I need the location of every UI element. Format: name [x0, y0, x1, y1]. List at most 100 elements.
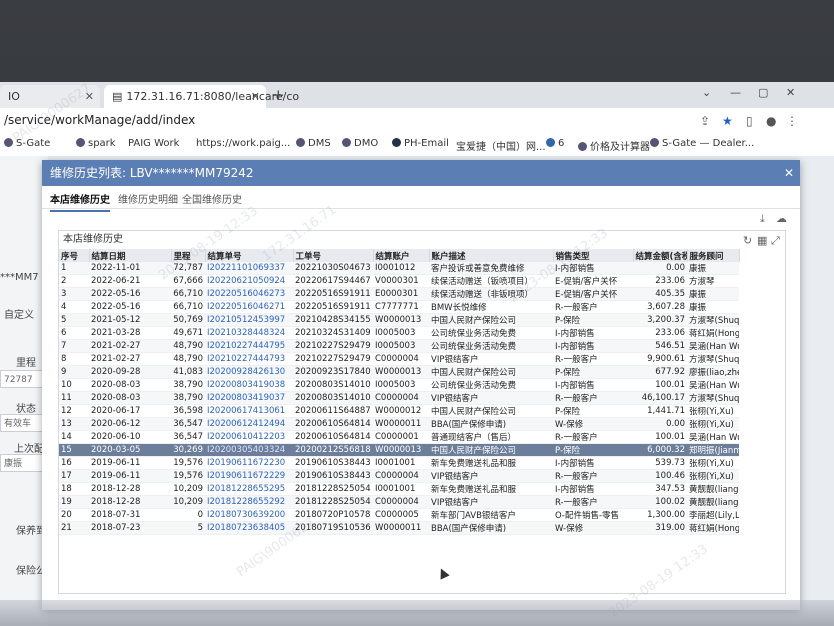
- table-cell[interactable]: I20210328448324: [205, 326, 293, 340]
- table-cell[interactable]: I20220621050924: [205, 274, 293, 288]
- table-row[interactable]: 13 2020-06-12 36,547 I20200612412494 2020061…: [59, 417, 739, 431]
- table-row[interactable]: 8 2021-02-27 48,790 I20210227444793 20210227…: [59, 352, 739, 366]
- url-text[interactable]: /service/workManage/add/index: [4, 113, 195, 127]
- table-row[interactable]: 9 2020-09-28 41,083 I20200928426130 20200923…: [59, 365, 739, 379]
- table-row[interactable]: 21 2018-07-23 5 I20180723638405 20180719S105…: [59, 521, 739, 535]
- bookmark-item[interactable]: S-Gate: [4, 138, 50, 149]
- tab-store-history[interactable]: 本店维修历史: [50, 191, 110, 212]
- table-cell: 48,790: [171, 352, 205, 366]
- close-tab-icon[interactable]: ✕: [251, 85, 260, 108]
- table-cell[interactable]: I20200928426130: [205, 365, 293, 379]
- close-tab-icon[interactable]: ✕: [85, 85, 94, 108]
- table-row[interactable]: 17 2019-06-11 19,576 I20190611672229 2019061…: [59, 469, 739, 483]
- table-cell[interactable]: I20200305403324: [205, 443, 293, 457]
- table-row[interactable]: 11 2020-08-03 38,790 I20200803419037 2020080…: [59, 391, 739, 405]
- table-cell: 20200803S14010: [293, 391, 373, 405]
- table-row[interactable]: 5 2021-05-12 50,769 I20210512453997 20210428…: [59, 313, 739, 327]
- table-row[interactable]: 3 2022-05-16 66,710 I20220516046273 20220516…: [59, 287, 739, 301]
- advisor-field[interactable]: 康振: [0, 454, 44, 472]
- browser-tab-1[interactable]: IO ✕: [0, 85, 100, 108]
- page-icon: ▤: [112, 90, 123, 103]
- table-cell[interactable]: I20200803419038: [205, 378, 293, 392]
- maximize-icon[interactable]: ▢: [758, 86, 768, 99]
- bookmark-item[interactable]: DMO: [342, 138, 378, 149]
- column-header[interactable]: 服务顾问: [687, 249, 740, 262]
- table-cell[interactable]: I20200610412203: [205, 430, 293, 444]
- table-row[interactable]: 16 2019-06-11 19,576 I20190611672230 2019061…: [59, 456, 739, 470]
- table-cell[interactable]: I20210227444793: [205, 352, 293, 366]
- column-header[interactable]: 结算日期: [89, 249, 172, 262]
- refresh-icon[interactable]: ↻: [743, 232, 752, 250]
- table-cell: 20210227S29479: [293, 339, 373, 353]
- table-row[interactable]: 2 2022-06-21 67,666 I20220621050924 20220617…: [59, 274, 739, 288]
- mileage-field[interactable]: 72787: [0, 370, 44, 388]
- table-cell[interactable]: I20180730639200: [205, 508, 293, 522]
- table-cell[interactable]: I20200803419037: [205, 391, 293, 405]
- table-cell[interactable]: I20180723638405: [205, 521, 293, 535]
- bookmark-item[interactable]: S-Gate — Dealer...: [650, 138, 754, 149]
- table-cell: VIP银结客户: [429, 469, 553, 483]
- table-cell[interactable]: I20190611672229: [205, 469, 293, 483]
- browser-tab-2[interactable]: ▤ 172.31.16.71:8080/leancare/co ✕: [104, 85, 299, 108]
- expand-icon[interactable]: ⤢: [771, 232, 780, 250]
- column-header[interactable]: 结算金额(含税): [633, 249, 688, 262]
- table-row[interactable]: 12 2020-06-17 36,598 I20200617413061 2020061…: [59, 404, 739, 418]
- table-cell[interactable]: I20220516046271: [205, 300, 293, 314]
- sidebar-icon[interactable]: ▯: [746, 114, 753, 128]
- bookmark-item[interactable]: 宝爱捷（中国）网...: [456, 138, 546, 153]
- star-icon[interactable]: ★: [722, 114, 733, 128]
- table-cell[interactable]: I20220516046273: [205, 287, 293, 301]
- address-bar[interactable]: /service/workManage/add/index ⇪ ★ ▯ ● ⋮: [0, 108, 834, 135]
- bookmark-item[interactable]: DMS: [296, 138, 331, 149]
- minimize-icon[interactable]: —: [730, 86, 741, 99]
- table-cell[interactable]: I20210227444795: [205, 339, 293, 353]
- column-header[interactable]: 序号: [59, 249, 90, 262]
- column-header[interactable]: 账户描述: [429, 249, 554, 262]
- close-icon[interactable]: ✕: [784, 160, 794, 186]
- column-header[interactable]: 工单号: [293, 249, 374, 262]
- column-header[interactable]: 销售类型: [553, 249, 634, 262]
- table-row[interactable]: 15 2020-03-05 30,269 I20200305403324 2020021…: [59, 443, 739, 457]
- column-header[interactable]: 结算单号: [205, 249, 294, 262]
- table-row[interactable]: 19 2018-12-28 10,209 I20181228655292 2018122…: [59, 495, 739, 509]
- cloud-icon[interactable]: ☁: [776, 212, 787, 225]
- table-cell[interactable]: I20181228655295: [205, 482, 293, 496]
- status-field[interactable]: 有效车: [0, 414, 44, 432]
- table-row[interactable]: 14 2020-06-10 36,547 I20200610412203 2020061…: [59, 430, 739, 444]
- table-cell[interactable]: I20200617413061: [205, 404, 293, 418]
- bookmark-item[interactable]: 6: [546, 138, 564, 149]
- bookmark-item[interactable]: spark: [76, 138, 116, 149]
- table-cell: 20221030S04673: [293, 262, 373, 275]
- chevron-down-icon[interactable]: ⌄: [702, 86, 711, 99]
- table-row[interactable]: 20 2018-07-31 0 I20180730639200 20180720P105…: [59, 508, 739, 522]
- table-row[interactable]: 6 2021-03-28 49,671 I20210328448324 20210324…: [59, 326, 739, 340]
- new-tab-button[interactable]: +: [272, 85, 285, 105]
- tab-history-detail[interactable]: 维修历史明细: [118, 191, 178, 206]
- panel-header: 本店维修历史 ↻ ▦ ⤢: [59, 231, 785, 249]
- bookmark-item[interactable]: PH-Email: [392, 138, 449, 149]
- table-row[interactable]: 1 2022-11-01 72,787 I20221101069337 20221030…: [59, 262, 739, 275]
- table-cell[interactable]: I20210512453997: [205, 313, 293, 327]
- table-cell: 5: [59, 313, 89, 327]
- bookmark-item[interactable]: https://work.paig...: [196, 138, 290, 149]
- form-label: 自定义: [4, 310, 34, 321]
- table-row[interactable]: 4 2022-05-16 66,710 I20220516046271 20220516…: [59, 300, 739, 314]
- table-row[interactable]: 10 2020-08-03 38,790 I20200803419038 2020080…: [59, 378, 739, 392]
- table-row[interactable]: 18 2018-12-28 10,209 I20181228655295 2018122…: [59, 482, 739, 496]
- menu-icon[interactable]: ⋮: [786, 114, 798, 128]
- bookmark-item[interactable]: 价格及计算器: [578, 138, 650, 153]
- table-cell[interactable]: I20190611672230: [205, 456, 293, 470]
- table-cell[interactable]: I20221101069337: [205, 262, 293, 275]
- column-header[interactable]: 结算账户: [373, 249, 430, 262]
- table-cell[interactable]: I20200612412494: [205, 417, 293, 431]
- profile-icon[interactable]: ●: [766, 114, 776, 128]
- columns-icon[interactable]: ▦: [757, 232, 767, 250]
- tab-national-history[interactable]: 全国维修历史: [182, 191, 242, 206]
- table-cell[interactable]: I20181228655292: [205, 495, 293, 509]
- share-icon[interactable]: ⇪: [700, 114, 710, 128]
- download-icon[interactable]: ⤓: [760, 212, 765, 226]
- bookmark-item[interactable]: PAIG Work: [128, 138, 179, 149]
- column-header[interactable]: 里程: [171, 249, 206, 262]
- table-row[interactable]: 7 2021-02-27 48,790 I20210227444795 20210227…: [59, 339, 739, 353]
- close-window-icon[interactable]: ✕: [786, 86, 795, 99]
